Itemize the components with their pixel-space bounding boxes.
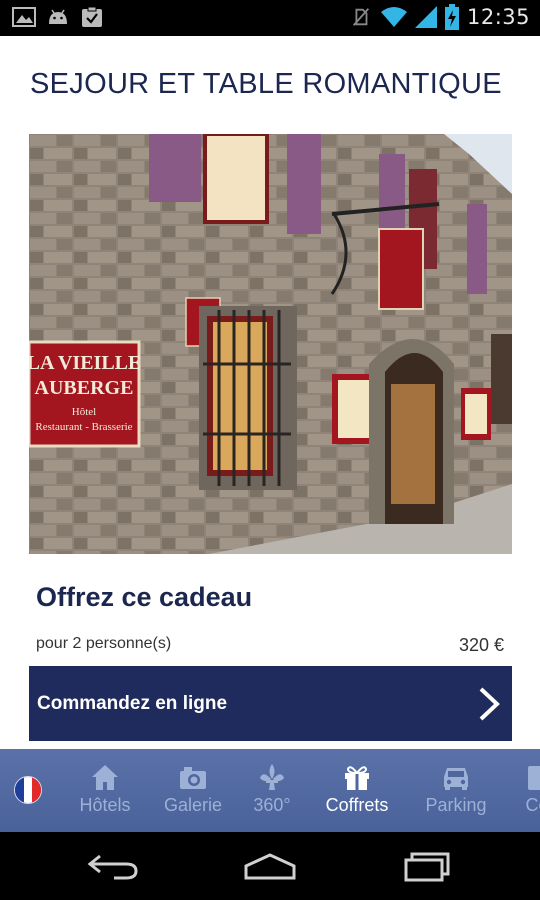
android-icon [49, 9, 67, 24]
system-navigation-bar [0, 832, 540, 900]
wall-sign-line2: AUBERGE [35, 377, 134, 399]
page-title: SEJOUR ET TABLE ROMANTIQUE [30, 68, 502, 100]
battery-charging-icon [444, 4, 459, 30]
nav-item-contact[interactable]: Co [512, 749, 540, 832]
back-icon[interactable] [84, 850, 144, 882]
car-icon [444, 768, 468, 790]
nav-label-360: 360° [253, 795, 291, 815]
nav-label-parking: Parking [425, 795, 487, 815]
wall-sign-line4: Restaurant - Brasserie [35, 421, 132, 433]
hero-image: LA VIEILLE AUBERGE Hôtel Restaurant - Br… [29, 134, 512, 554]
persons-count: pour 2 personne(s) [36, 635, 172, 652]
camera-icon [180, 767, 206, 789]
nav-item-parking[interactable]: Parking [418, 749, 494, 832]
chevron-right-icon [479, 687, 500, 721]
signal-icon [414, 6, 437, 28]
notification-icons [12, 6, 104, 28]
clipboard-check-icon [82, 6, 102, 27]
order-online-button[interactable]: Commandez en ligne [29, 666, 512, 741]
price: 320 € [458, 635, 504, 655]
nav-label-contact: Co [525, 795, 540, 815]
no-sim-icon [352, 8, 369, 26]
restaurant-facade-photo: LA VIEILLE AUBERGE Hôtel Restaurant - Br… [29, 134, 512, 554]
home-button-icon[interactable] [240, 850, 300, 882]
nav-label-coffrets: Coffrets [325, 795, 389, 815]
status-bar: 12:35 [0, 0, 540, 36]
system-indicators: 12:35 [349, 4, 530, 30]
nav-item-coffrets[interactable]: Coffrets [314, 749, 400, 832]
order-online-label: Commandez en ligne [37, 693, 228, 714]
gift-icon [345, 766, 369, 790]
image-icon [12, 7, 36, 27]
wifi-icon [380, 7, 407, 27]
home-icon [92, 765, 118, 790]
bottom-navigation: Hôtels Galerie 360° Coffrets Parking C [0, 749, 540, 832]
nav-item-galerie[interactable]: Galerie [156, 749, 230, 832]
contact-icon [528, 766, 540, 790]
nav-item-hotels[interactable]: Hôtels [70, 749, 140, 832]
recent-apps-icon[interactable] [398, 850, 458, 882]
wall-sign-line3: Hôtel [72, 406, 96, 418]
wall-sign-line1: LA VIEILLE [29, 352, 141, 374]
nav-label-hotels: Hôtels [79, 795, 131, 815]
nav-label-galerie: Galerie [163, 795, 223, 815]
nav-item-360[interactable]: 360° [240, 749, 304, 832]
language-flag-icon[interactable] [14, 776, 42, 804]
fleur-de-lis-icon [260, 764, 284, 790]
gift-title: Offrez ce cadeau [36, 582, 253, 612]
clock: 12:35 [466, 5, 530, 29]
